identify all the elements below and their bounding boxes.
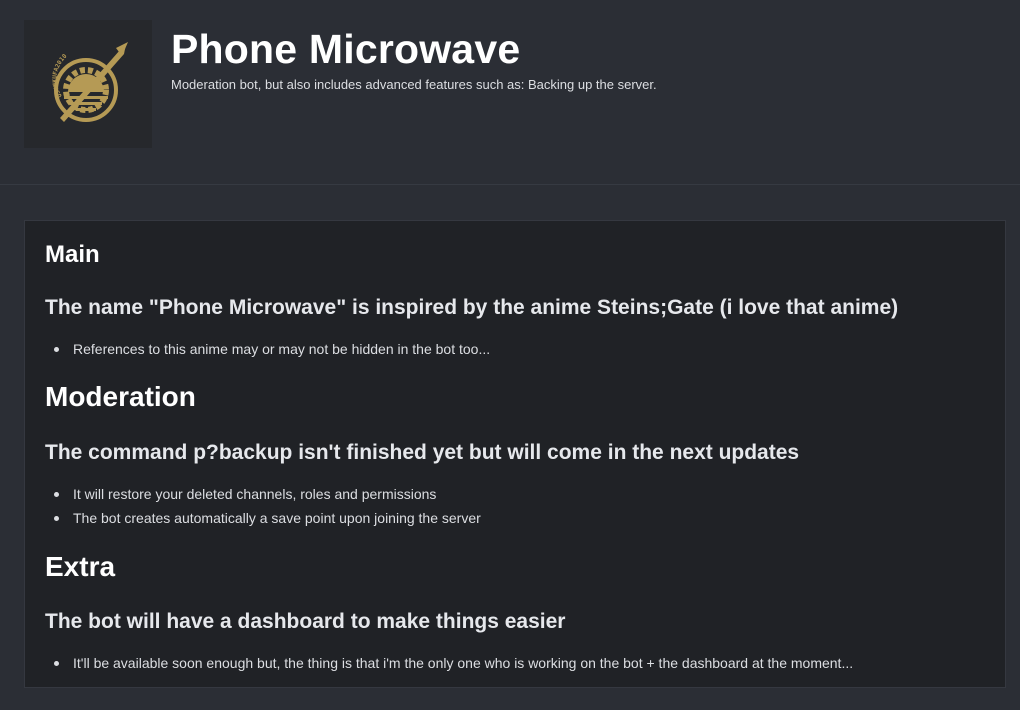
- bot-name: Phone Microwave: [171, 26, 521, 72]
- section-subtitle-main: The name "Phone Microwave" is inspired b…: [45, 296, 899, 319]
- bot-details-card: Main The name "Phone Microwave" is inspi…: [24, 220, 1006, 688]
- bot-header: OSHMKUFA2010 Phone Microwave Moderation …: [24, 20, 996, 150]
- bullet-list-main: References to this anime may or may not …: [45, 337, 490, 361]
- bullet-list-extra: It'll be available soon enough but, the …: [45, 651, 853, 675]
- section-title-extra: Extra: [45, 551, 116, 582]
- bot-avatar: OSHMKUFA2010: [24, 20, 152, 148]
- header-divider: [0, 184, 1020, 185]
- section-subtitle-moderation: The command p?backup isn't finished yet …: [45, 441, 800, 464]
- section-title-moderation: Moderation: [45, 381, 196, 412]
- section-title-main: Main: [45, 241, 100, 268]
- bullet-list-moderation: It will restore your deleted channels, r…: [45, 482, 481, 530]
- list-item: The bot creates automatically a save poi…: [45, 506, 481, 530]
- list-item: It'll be available soon enough but, the …: [45, 651, 853, 675]
- section-subtitle-extra: The bot will have a dashboard to make th…: [45, 610, 566, 633]
- list-item: References to this anime may or may not …: [45, 337, 490, 361]
- bot-description: Moderation bot, but also includes advanc…: [171, 77, 657, 92]
- future-gadget-lab-emblem-icon: OSHMKUFA2010: [52, 42, 128, 122]
- list-item: It will restore your deleted channels, r…: [45, 482, 481, 506]
